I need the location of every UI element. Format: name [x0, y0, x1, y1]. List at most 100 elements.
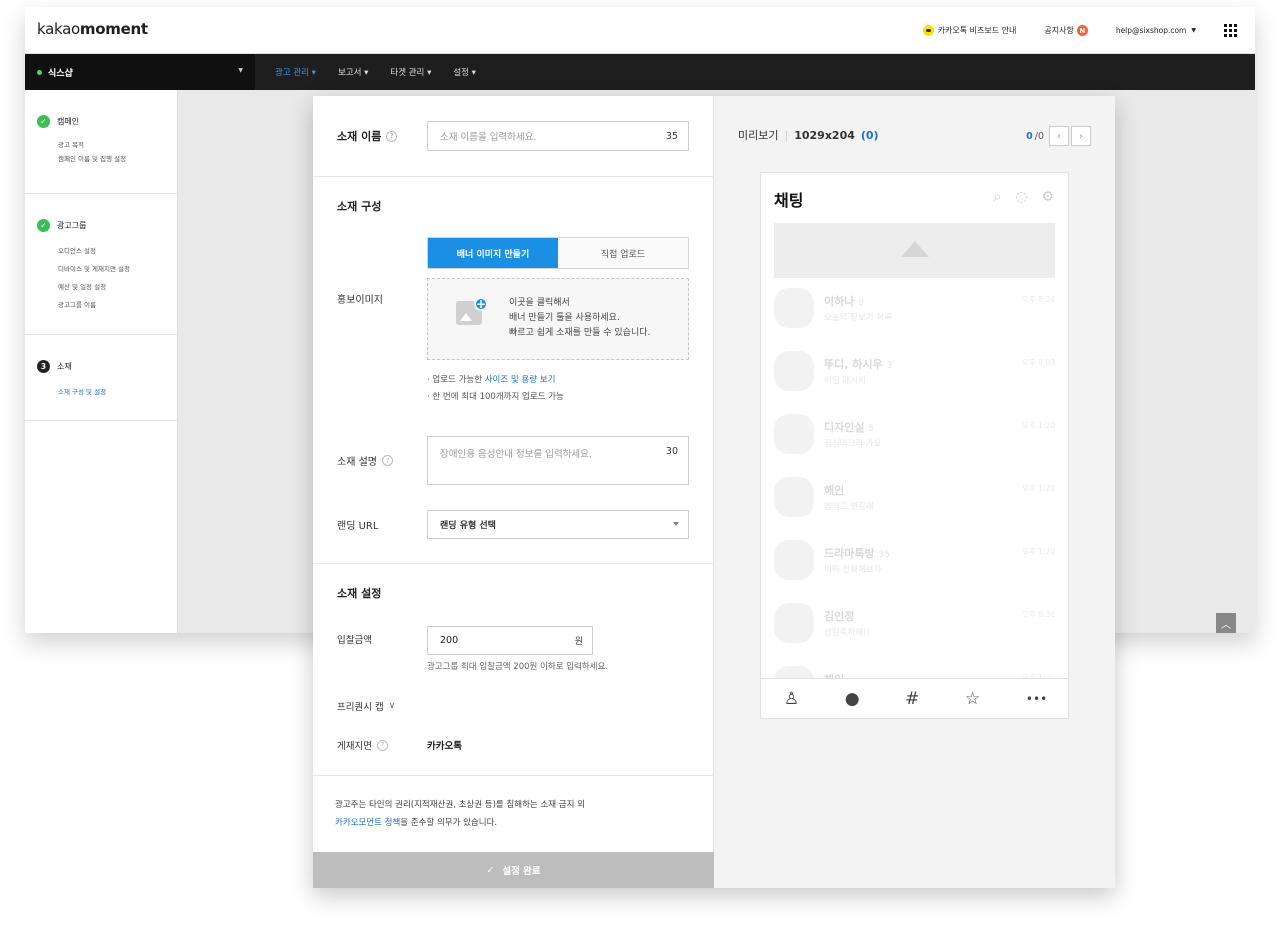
top-bar: kakaomoment 카카오톡 비즈보드 안내 공지사항 N help@sixs… [25, 7, 1255, 54]
step-item-adgroup-name[interactable]: 광고그룹 이름 [37, 296, 177, 314]
avatar [774, 288, 814, 328]
compose-section: 소재 구성 [313, 177, 714, 564]
tab-banner-maker[interactable]: 배너 이미지 만들기 [428, 238, 558, 268]
logo-text-bold: moment [79, 20, 148, 38]
menu-report[interactable]: 보고서 ▾ [338, 66, 368, 78]
step-adgroup: ✓ 광고그룹 오디언스 설정 디바이스 및 게재지면 설정 예산 및 일정 설정 … [25, 194, 177, 335]
step-campaign: ✓ 캠페인 광고 목적 캠페인 이름 및 집행 설정 [25, 90, 177, 194]
step-item-campaign-name[interactable]: 캠페인 이름 및 집행 설정 [37, 152, 177, 166]
tab-direct-upload[interactable]: 직접 업로드 [558, 238, 688, 268]
banner-placeholder [774, 223, 1055, 278]
chevron-down-icon: ∨ [388, 701, 396, 711]
step-item-creative-setup[interactable]: 소재 구성 및 설정 [37, 383, 177, 401]
notice-link[interactable]: 공지사항 N [1044, 25, 1088, 36]
policy-text: 광고주는 타인의 권리(지적재산권, 초상권 등)를 침해하는 소재 금지 외 [335, 800, 585, 810]
hashtag-icon: # [905, 688, 920, 709]
policy-notice: 광고주는 타인의 권리(지적재산권, 초상권 등)를 침해하는 소재 금지 외 … [335, 796, 585, 832]
bid-amount-input[interactable]: 200 원 [427, 626, 593, 655]
chevron-down-icon: ▼ [238, 67, 243, 74]
kakaomoment-logo[interactable]: kakaomoment [37, 20, 148, 38]
creative-desc-textarea[interactable]: 장애인용 음성안내 정보를 입력하세요. 30 [427, 436, 689, 485]
banner-maker-dropzone[interactable]: + 이곳을 클릭해서 배너 만들기 툴을 사용하세요. 빠르고 쉽게 소재를 만… [427, 278, 689, 360]
star-icon: ☆ [965, 688, 981, 709]
placement-label: 게재지면? [337, 738, 388, 752]
currency-unit: 원 [574, 637, 583, 647]
image-icon [901, 241, 929, 257]
list-item: 디자인실 5 점심먹으러 가요 오후 1:20 [774, 412, 1055, 475]
char-count: 30 [665, 446, 678, 457]
scroll-to-top-button[interactable]: ︿ [1216, 613, 1236, 633]
bid-hint: 광고그룹 최대 입찰금액 200원 이하로 입력하세요. [427, 662, 609, 672]
dropdown-arrow-icon [673, 522, 679, 526]
preview-size: 1029x204 [794, 128, 855, 142]
creative-name-input[interactable]: 소재 이름을 입력하세요. 35 [427, 121, 689, 151]
new-chat-icon: ◌ [1015, 189, 1028, 205]
logo-text-light: kakao [37, 20, 80, 38]
menu-settings[interactable]: 설정 ▾ [453, 66, 476, 78]
menu-target-management[interactable]: 타겟 관리 ▾ [390, 66, 431, 78]
step-sidebar: ✓ 캠페인 광고 목적 캠페인 이름 및 집행 설정 ✓ 광고그룹 오디언스 설정 … [25, 90, 178, 633]
name-section: 소재 이름? 소재 이름을 입력하세요. 35 [313, 96, 714, 177]
bizboard-guide-link[interactable]: 카카오톡 비즈보드 안내 [922, 25, 1016, 36]
frequency-cap-toggle[interactable]: 프리퀀시 캡 ∨ [337, 699, 395, 713]
step-adgroup-head[interactable]: ✓ 광고그룹 [37, 219, 177, 232]
preview-title: 미리보기 [738, 129, 779, 142]
chat-list: 이하나 9 오늘의 장보기 목록 오후 8:24 뚜디, 하시우 3 비밀 메시지 오후 8… [774, 286, 1055, 718]
submit-label: 설정 완료 [502, 866, 541, 877]
list-item: 해인 밥먹고 연갈래 오후 1:20 [774, 475, 1055, 538]
landing-type-select[interactable]: 랜딩 유형 선택 [427, 510, 689, 539]
step-creative-head[interactable]: 3 소재 [37, 360, 177, 373]
creative-name-label: 소재 이름? [337, 128, 398, 144]
avatar [774, 351, 814, 391]
check-icon: ✓ [37, 219, 50, 232]
gear-icon: ⚙ [1041, 189, 1054, 205]
step-title: 광고그룹 [57, 221, 87, 230]
ad-account-selector[interactable]: 식스샵 ▼ [25, 54, 255, 90]
image-source-tabs: 배너 이미지 만들기 직접 업로드 [427, 237, 689, 269]
ad-account-name: 식스샵 [48, 68, 73, 79]
avatar [774, 477, 814, 517]
check-icon: ✓ [486, 864, 495, 876]
tip-text: · 한 번에 최대 100개까지 업로드 가능 [427, 392, 564, 402]
top-right-links: 카카오톡 비즈보드 안내 공지사항 N help@sixshop.com ▼ [922, 7, 1237, 54]
preview-header: 미리보기 | 1029x204 (0) [738, 128, 879, 143]
step-item-ad-objective[interactable]: 광고 목적 [37, 138, 177, 152]
upload-tips: · 업로드 가능한 사이즈 및 용량 보기 · 한 번에 최대 100개까지 업… [427, 372, 564, 406]
apps-grid-icon[interactable] [1224, 24, 1237, 37]
preview-count: (0) [860, 128, 879, 142]
account-menu[interactable]: help@sixshop.com ▼ [1116, 26, 1196, 35]
menu-ad-management[interactable]: 광고 관리 ▾ [275, 66, 316, 78]
help-icon[interactable]: ? [386, 130, 398, 142]
dropzone-text: 이곳을 클릭해서 배너 만들기 툴을 사용하세요. 빠르고 쉽게 소재를 만들 … [509, 298, 651, 338]
compose-title: 소재 구성 [337, 200, 382, 213]
page-current: 0 [1026, 130, 1033, 142]
submit-button[interactable]: ✓ 설정 완료 [313, 852, 714, 888]
avatar [774, 603, 814, 643]
step-item-device-placement[interactable]: 디바이스 및 게재지면 설정 [37, 260, 177, 278]
help-icon[interactable]: ? [376, 739, 388, 751]
next-page-button[interactable]: › [1071, 126, 1091, 146]
chevron-down-icon: ▼ [1191, 27, 1196, 34]
list-item: 김인정 생일축하해!! 오후 8:36 [774, 601, 1055, 664]
prev-page-button[interactable]: ‹ [1049, 126, 1069, 146]
step-title: 캠페인 [57, 117, 80, 126]
help-icon[interactable]: ? [381, 455, 393, 466]
bid-label: 입찰금액 [337, 635, 372, 646]
plus-icon: + [474, 297, 488, 311]
notice-label: 공지사항 [1044, 26, 1074, 35]
step-item-budget-schedule[interactable]: 예산 및 일정 설정 [37, 278, 177, 296]
step-item-audience[interactable]: 오디언스 설정 [37, 242, 177, 260]
step-title: 소재 [57, 362, 72, 371]
preview-panel: 미리보기 | 1029x204 (0) 0 /0 ‹ › 채팅 ⌕ ◌ ⚙ 이하… [714, 96, 1115, 888]
account-email: help@sixshop.com [1115, 26, 1187, 35]
landing-url-label: 랜딩 URL [337, 521, 379, 532]
policy-text: 을 준수할 의무가 있습니다. [400, 818, 498, 828]
size-spec-link[interactable]: 사이즈 및 용량 보기 [485, 375, 556, 385]
kakaotalk-icon [922, 25, 934, 36]
landing-type-value: 랜딩 유형 선택 [440, 521, 496, 531]
step-number-badge: 3 [37, 360, 50, 373]
step-campaign-head[interactable]: ✓ 캠페인 [37, 115, 177, 128]
phone-header-icons: ⌕ ◌ ⚙ [993, 189, 1054, 205]
creative-name-placeholder: 소재 이름을 입력하세요. [440, 132, 537, 143]
policy-link[interactable]: 카카오모먼트 정책 [335, 818, 400, 828]
